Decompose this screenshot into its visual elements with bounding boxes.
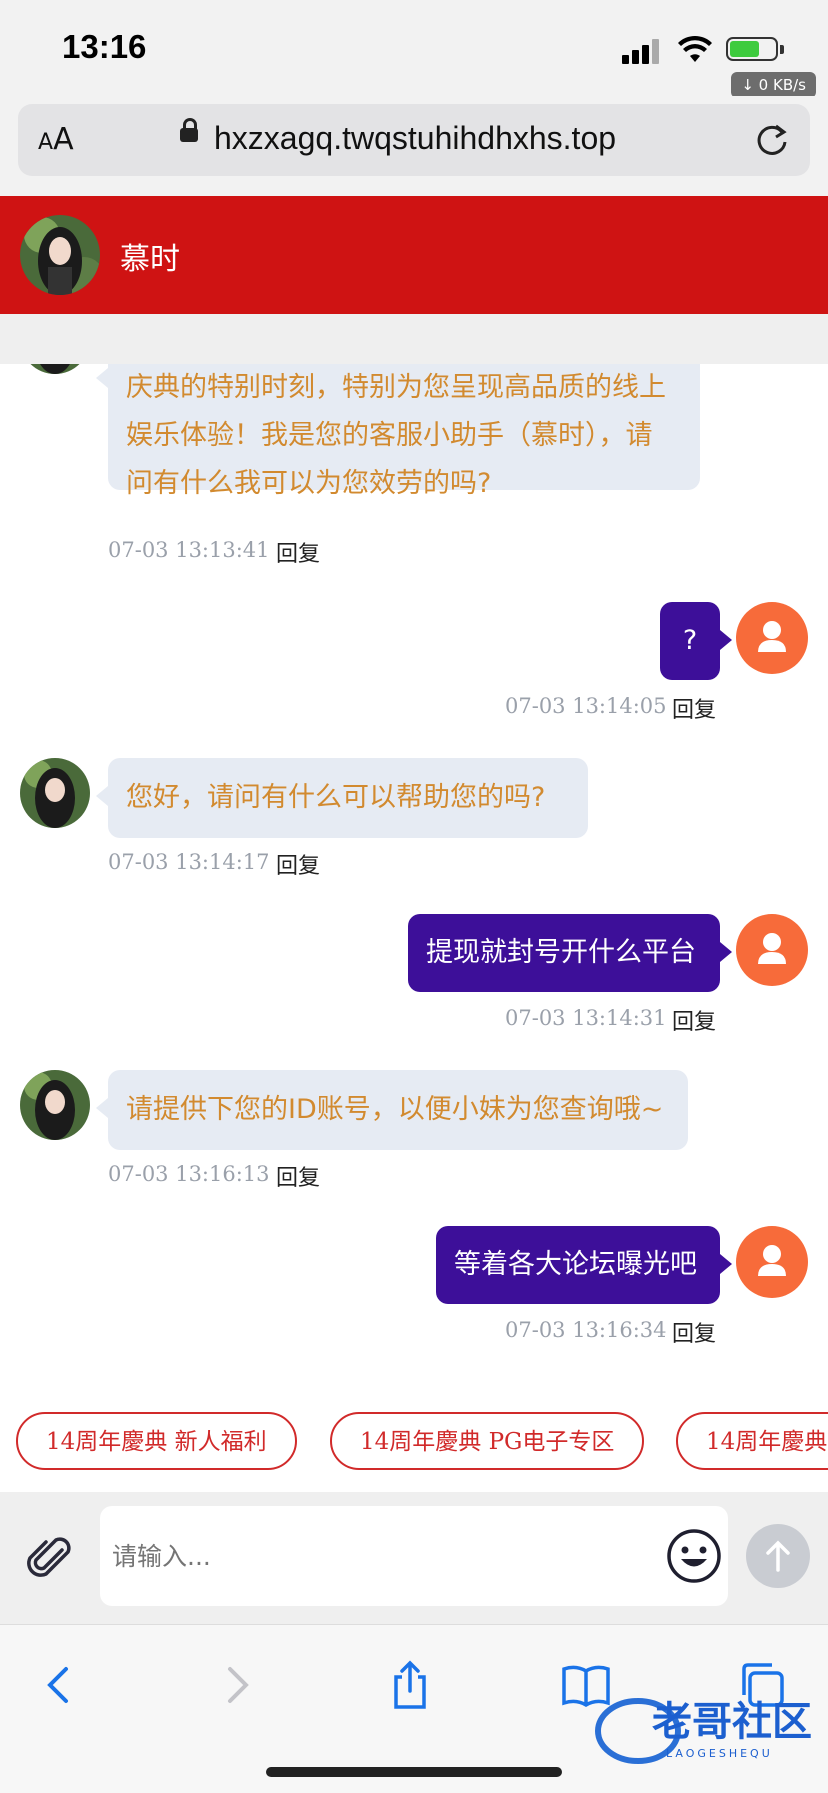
url-text[interactable]: hxzxagq.twqstuhihdhxhs.top [214,120,616,157]
home-indicator [266,1767,562,1777]
message-timestamp: 07-03 13:14:17 [108,850,270,874]
lock-icon [180,118,198,142]
user-avatar [736,602,808,674]
watermark-logo: 老哥社区 LAOGESHEQU [595,1698,812,1764]
network-speed: ↓ 0 KB/s [731,72,816,98]
agent-message-bubble: 请提供下您的ID账号，以便小妹为您查询哦~ [96,1070,688,1150]
user-avatar [736,914,808,986]
agent-avatar [20,364,90,374]
reply-button[interactable]: 回复 [672,692,716,724]
send-arrow-icon [766,1540,790,1572]
user-message-bubble: 等着各大论坛曝光吧 [436,1226,732,1304]
paperclip-icon[interactable] [24,1532,76,1584]
agent-name: 慕时 [120,242,180,277]
message-timestamp: 07-03 13:16:13 [108,1162,270,1186]
signal-icon [622,38,662,64]
browser-address-area: AA hxzxagq.twqstuhihdhxhs.top [0,96,828,196]
emoji-icon[interactable] [666,1528,722,1584]
message-timestamp: 07-03 13:13:41 [108,538,270,562]
text-size-button[interactable]: AA [38,122,74,157]
quick-tag[interactable]: 14周年慶典 [676,1412,828,1470]
message-timestamp: 07-03 13:14:05 [505,694,667,718]
status-time: 13:16 [62,28,147,65]
agent-message-bubble: 您好，请问有什么可以帮助您的吗? [96,758,588,838]
message-input[interactable] [100,1506,728,1606]
back-icon[interactable] [34,1659,86,1711]
battery-charging-icon [726,37,778,61]
quick-tag[interactable]: 14周年慶典 PG电子专区 [330,1412,645,1470]
quick-tag[interactable]: 14周年慶典 新人福利 [16,1412,297,1470]
chat-header: 慕时 [0,196,828,314]
reply-button[interactable]: 回复 [276,848,320,880]
reply-button[interactable]: 回复 [276,536,320,568]
message-timestamp: 07-03 13:14:31 [505,1006,667,1030]
svg-text:LAOGESHEQU: LAOGESHEQU [666,1747,773,1760]
reload-icon[interactable] [752,120,792,160]
chat-messages[interactable]: 庆典的特别时刻，特别为您呈现高品质的线上 娱乐体验！我是您的客服小助手（慕时），… [0,364,828,1390]
svg-text:老哥社区: 老哥社区 [652,1699,812,1745]
status-bar: 13:16 ↓ 0 KB/s [0,0,828,98]
user-avatar [736,1226,808,1298]
message-timestamp: 07-03 13:16:34 [505,1318,667,1342]
header-divider [0,314,828,364]
reply-button[interactable]: 回复 [672,1316,716,1348]
agent-message-bubble: 庆典的特别时刻，特别为您呈现高品质的线上 娱乐体验！我是您的客服小助手（慕时），… [96,364,700,499]
reply-button[interactable]: 回复 [672,1004,716,1036]
address-bar[interactable]: AA hxzxagq.twqstuhihdhxhs.top [18,104,810,176]
user-message-bubble: 提现就封号开什么平台 [408,914,732,992]
agent-avatar [20,758,90,828]
user-message-bubble: ? [660,602,732,680]
quick-reply-tags: 14周年慶典 新人福利 14周年慶典 PG电子专区 14周年慶典 [0,1390,828,1492]
agent-avatar [20,1070,90,1140]
agent-avatar[interactable] [20,215,100,295]
share-icon[interactable] [384,1659,436,1711]
forward-icon[interactable] [210,1659,262,1711]
reply-button[interactable]: 回复 [276,1160,320,1192]
wifi-icon [678,35,712,62]
composer [0,1492,828,1624]
browser-toolbar: 老哥社区 LAOGESHEQU [0,1624,828,1793]
send-button[interactable] [746,1524,810,1588]
